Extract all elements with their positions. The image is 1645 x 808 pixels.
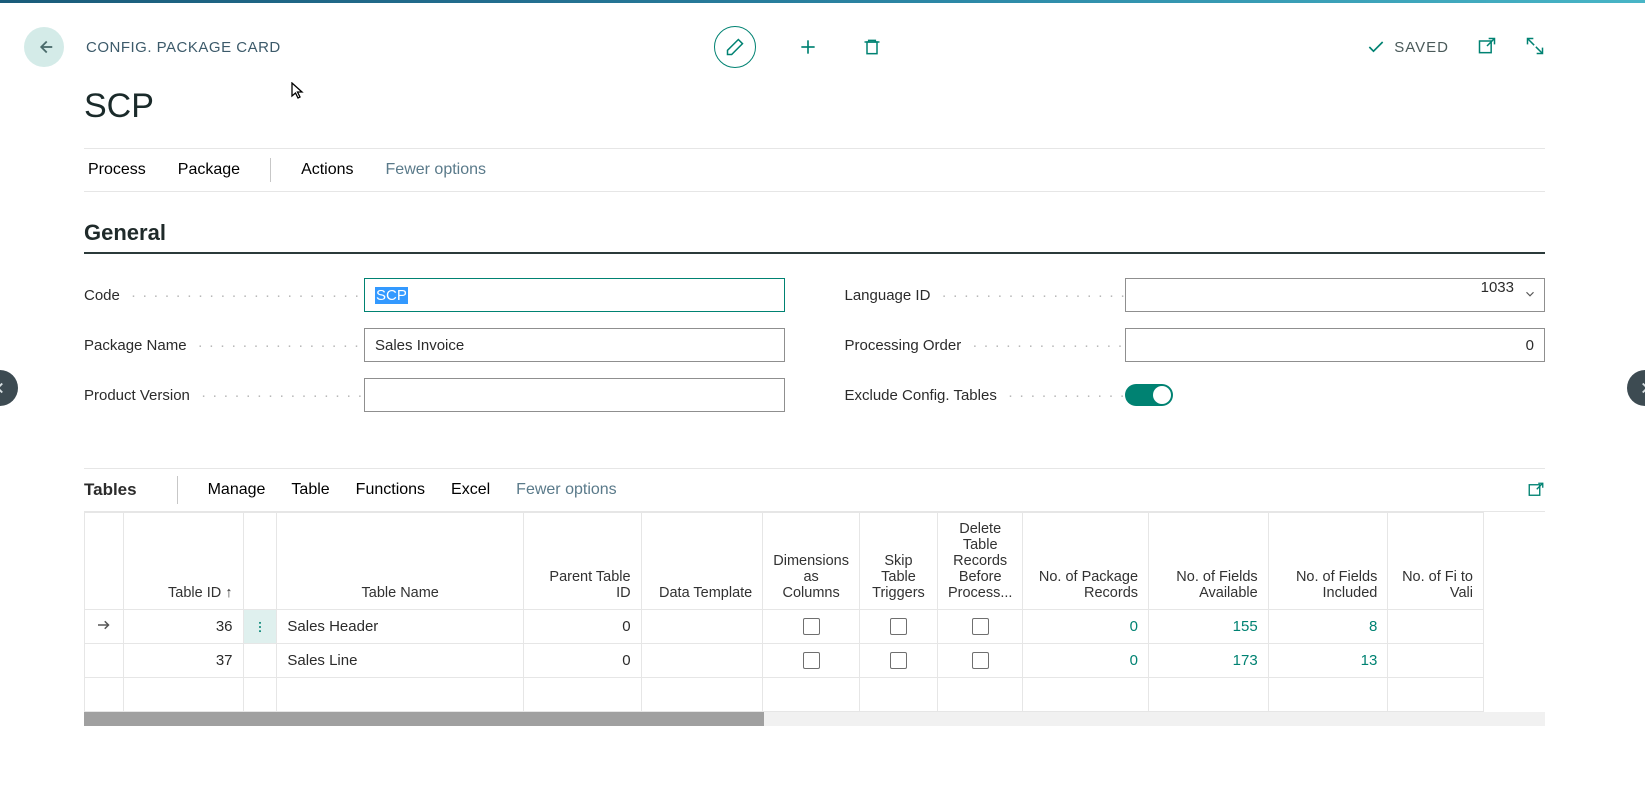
cell-fields-available[interactable]: 173 [1233, 652, 1258, 669]
tables-grid: Table ID ↑ Table Name Parent Table ID Da… [84, 512, 1484, 712]
section-title-general: General [84, 220, 1545, 254]
col-table-id[interactable]: Table ID ↑ [124, 513, 244, 610]
checkbox-delete-records[interactable] [972, 618, 989, 635]
pencil-icon [725, 37, 745, 57]
chevron-right-icon [1636, 379, 1645, 397]
col-no-fields-validate[interactable]: No. of Fi to Vali [1388, 513, 1484, 610]
cell-table-name[interactable]: Sales Line [277, 644, 524, 678]
action-bar: Process Package Actions Fewer options [84, 148, 1545, 192]
cell-fields-available[interactable]: 155 [1233, 618, 1258, 635]
section-title-tables: Tables [84, 480, 147, 500]
tab-fewer-options[interactable]: Fewer options [384, 161, 489, 179]
tables-tab-excel[interactable]: Excel [451, 481, 490, 499]
edit-button[interactable] [714, 26, 756, 68]
row-indicator-icon [95, 621, 113, 638]
new-button[interactable] [796, 35, 820, 59]
label-product-version: Product Version [84, 387, 364, 404]
product-version-field[interactable] [364, 378, 785, 412]
check-icon [1366, 37, 1386, 57]
checkbox-skip-triggers[interactable] [890, 618, 907, 635]
processing-order-field[interactable] [1125, 328, 1546, 362]
language-id-select[interactable]: 1033 [1125, 278, 1546, 312]
col-dimensions-as-columns[interactable]: Dimensions as Columns [763, 513, 860, 610]
col-skip-table-triggers[interactable]: Skip Table Triggers [860, 513, 938, 610]
exclude-config-tables-toggle[interactable] [1125, 384, 1173, 406]
col-table-name[interactable]: Table Name [277, 513, 524, 610]
maximize-subpage-button[interactable] [1527, 481, 1545, 502]
label-language-id: Language ID [845, 287, 1125, 304]
horizontal-scrollbar[interactable] [84, 712, 1545, 726]
tab-separator [270, 158, 271, 182]
arrow-left-icon [33, 36, 55, 58]
trash-icon [862, 37, 882, 57]
checkbox-dimensions[interactable] [803, 618, 820, 635]
expand-icon [1527, 481, 1545, 499]
checkbox-delete-records[interactable] [972, 652, 989, 669]
cell-fields-included[interactable]: 8 [1369, 618, 1377, 635]
delete-button[interactable] [860, 35, 884, 59]
breadcrumb: CONFIG. PACKAGE CARD [86, 39, 281, 56]
col-parent-table-id[interactable]: Parent Table ID [524, 513, 642, 610]
cell-data-template[interactable] [641, 610, 763, 644]
row-menu-button[interactable] [244, 610, 277, 643]
table-row[interactable]: 37 Sales Line 0 0 173 13 [85, 644, 1484, 678]
label-code: Code [84, 287, 364, 304]
col-data-template[interactable]: Data Template [641, 513, 763, 610]
label-package-name: Package Name [84, 337, 364, 354]
col-no-package-records[interactable]: No. of Package Records [1023, 513, 1149, 610]
label-processing-order: Processing Order [845, 337, 1125, 354]
checkbox-dimensions[interactable] [803, 652, 820, 669]
tab-package[interactable]: Package [176, 161, 242, 179]
col-no-fields-included[interactable]: No. of Fields Included [1268, 513, 1388, 610]
col-no-fields-available[interactable]: No. of Fields Available [1149, 513, 1269, 610]
package-name-field[interactable] [364, 328, 785, 362]
cell-table-id[interactable]: 36 [124, 610, 244, 644]
back-button[interactable] [24, 27, 64, 67]
open-external-icon [1477, 36, 1497, 56]
cell-package-records[interactable]: 0 [1130, 618, 1138, 635]
cell-table-id[interactable]: 37 [124, 644, 244, 678]
saved-status: SAVED [1366, 37, 1449, 57]
label-exclude-config-tables: Exclude Config. Tables [845, 387, 1125, 404]
collapse-icon [1525, 36, 1545, 56]
collapse-button[interactable] [1525, 36, 1545, 59]
cell-table-name[interactable]: Sales Header [277, 610, 524, 644]
tables-tab-functions[interactable]: Functions [356, 481, 425, 499]
tables-separator [177, 476, 178, 504]
table-row[interactable]: 36 Sales Header 0 0 155 8 [85, 610, 1484, 644]
checkbox-skip-triggers[interactable] [890, 652, 907, 669]
general-form: Code SCP Language ID 1033 Package Name P… [84, 278, 1545, 412]
cursor-icon [290, 82, 306, 103]
chevron-left-icon [0, 379, 9, 397]
tables-action-bar: Tables Manage Table Functions Excel Fewe… [84, 468, 1545, 512]
tab-actions[interactable]: Actions [299, 161, 355, 179]
table-row-empty[interactable] [85, 678, 1484, 712]
plus-icon [798, 37, 818, 57]
tables-tab-manage[interactable]: Manage [208, 481, 266, 499]
cell-fields-included[interactable]: 13 [1361, 652, 1378, 669]
more-vertical-icon [253, 618, 267, 636]
open-new-window-button[interactable] [1477, 36, 1497, 59]
code-field[interactable]: SCP [364, 278, 785, 312]
tables-tab-fewer[interactable]: Fewer options [516, 481, 617, 499]
table-header-row: Table ID ↑ Table Name Parent Table ID Da… [85, 513, 1484, 610]
tables-tab-table[interactable]: Table [291, 481, 329, 499]
cell-parent-table-id[interactable]: 0 [524, 644, 642, 678]
cell-parent-table-id[interactable]: 0 [524, 610, 642, 644]
col-delete-records[interactable]: Delete Table Records Before Process... [937, 513, 1022, 610]
tab-process[interactable]: Process [86, 161, 148, 179]
cell-package-records[interactable]: 0 [1130, 652, 1138, 669]
cell-data-template[interactable] [641, 644, 763, 678]
